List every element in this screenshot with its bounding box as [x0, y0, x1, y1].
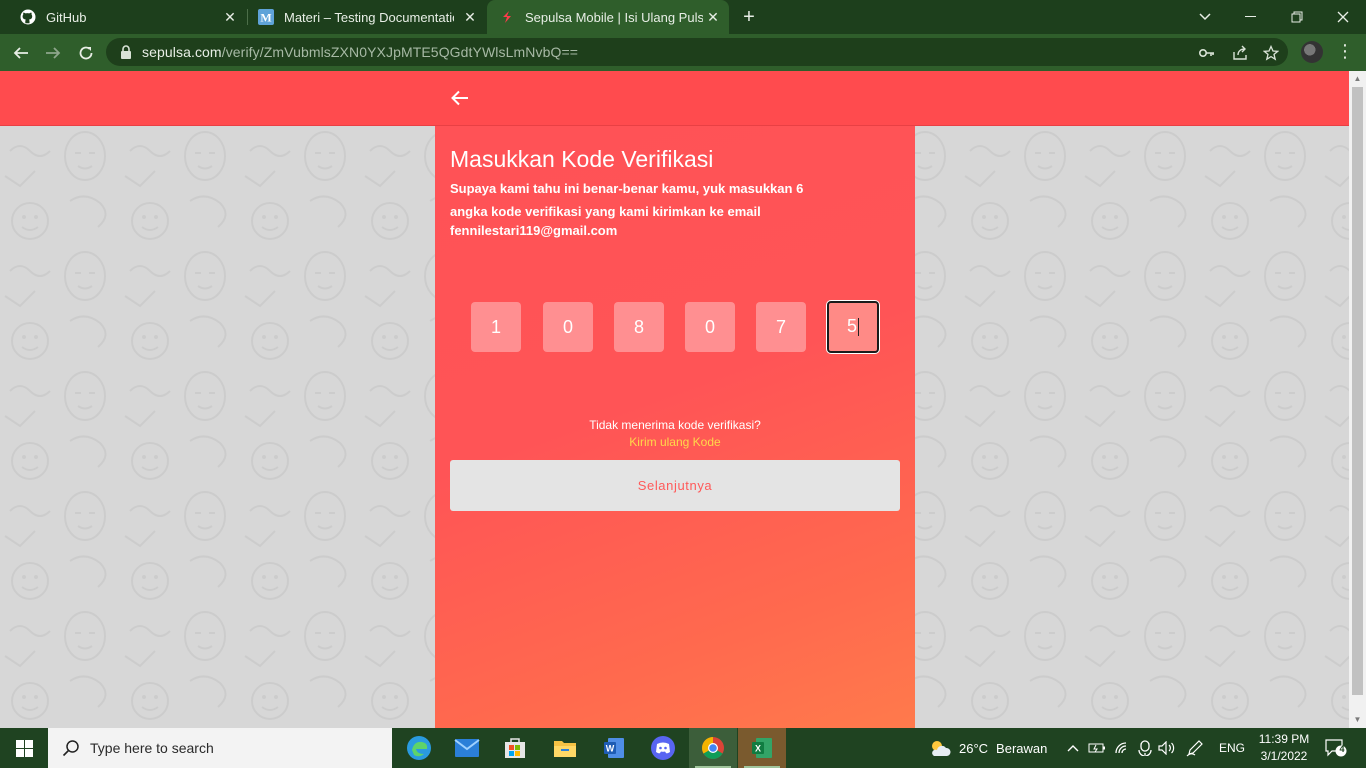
svg-text:X: X [755, 744, 761, 754]
page-description: Supaya kami tahu ini benar-benar kamu, y… [450, 177, 810, 223]
code-digit-value: 5 [846, 316, 857, 336]
close-icon[interactable]: ✕ [462, 9, 478, 25]
weather-temperature: 26°C [959, 740, 989, 756]
code-digit-input-focused[interactable]: 5 [827, 301, 879, 353]
profile-avatar[interactable] [1301, 41, 1323, 63]
tab-sepulsa[interactable]: Sepulsa Mobile | Isi Ulang Pulsa S ✕ [487, 0, 729, 34]
sepulsa-icon [499, 9, 515, 25]
windows-start-icon[interactable] [0, 728, 48, 768]
search-placeholder: Type here to search [90, 740, 214, 756]
edge-icon[interactable] [395, 728, 443, 768]
share-icon[interactable] [1231, 44, 1249, 62]
close-icon[interactable]: ✕ [705, 9, 721, 25]
text-caret [858, 318, 859, 337]
address-bar[interactable]: sepulsa.com/verify/ZmVubmlsZXN0YXJpMTE5Q… [106, 38, 1288, 66]
page-title: Masukkan Kode Verifikasi [450, 146, 714, 172]
scroll-down-icon[interactable]: ▼ [1353, 715, 1362, 724]
battery-charging-icon[interactable] [1088, 739, 1106, 757]
scroll-up-icon[interactable]: ▲ [1353, 74, 1362, 83]
chevron-up-icon[interactable] [1064, 739, 1082, 757]
meet-icon[interactable] [1136, 739, 1154, 757]
code-digit-input[interactable]: 8 [614, 302, 664, 352]
verification-panel: Masukkan Kode Verifikasi Supaya kami tah… [435, 126, 915, 728]
store-icon[interactable] [491, 728, 539, 768]
svg-text:W: W [606, 744, 615, 754]
minimize-button[interactable] [1228, 0, 1274, 34]
page-scrollbar[interactable]: ▲ ▼ [1349, 71, 1366, 728]
mail-icon[interactable] [443, 728, 491, 768]
windows-taskbar: Type here to search W X 26°C Berawan ENG… [0, 728, 1366, 768]
notification-icon[interactable]: 4 [1324, 739, 1348, 757]
chrome-icon[interactable] [689, 728, 737, 768]
wifi-icon[interactable] [1113, 739, 1131, 757]
forward-arrow-icon[interactable] [40, 40, 66, 66]
close-window-button[interactable] [1320, 0, 1366, 34]
lock-icon[interactable] [118, 44, 134, 60]
taskbar-search-box[interactable]: Type here to search [48, 728, 392, 768]
back-arrow-icon[interactable] [8, 40, 34, 66]
scrollbar-thumb[interactable] [1352, 87, 1363, 695]
next-button[interactable]: Selanjutnya [450, 460, 900, 511]
star-icon[interactable] [1262, 44, 1280, 62]
svg-text:M: M [260, 11, 271, 25]
new-tab-button[interactable]: + [738, 6, 760, 28]
medium-icon: M [258, 9, 274, 25]
resend-question: Tidak menerima kode verifikasi? [589, 418, 761, 432]
url-host: sepulsa.com [142, 44, 222, 60]
close-icon[interactable]: ✕ [222, 9, 238, 25]
email-address: fennilestari119@gmail.com [450, 223, 618, 238]
pen-icon[interactable] [1186, 739, 1204, 757]
page-header [0, 71, 1349, 126]
back-arrow-icon[interactable] [449, 87, 471, 109]
resend-code-link[interactable]: Kirim ulang Kode [435, 435, 915, 449]
weather-cloud-icon[interactable] [928, 737, 952, 759]
weather-text[interactable]: 26°C Berawan [959, 728, 1047, 768]
tab-github[interactable]: GitHub ✕ [0, 0, 246, 34]
code-digit-input[interactable]: 0 [543, 302, 593, 352]
search-icon [62, 739, 80, 757]
file-explorer-icon[interactable] [541, 728, 589, 768]
clock-date: 3/1/2022 [1260, 749, 1308, 763]
github-icon [20, 9, 36, 25]
clock[interactable]: 11:39 PM 3/1/2022 [1256, 731, 1312, 765]
more-menu-icon[interactable]: ⋮ [1336, 42, 1354, 62]
browser-toolbar: sepulsa.com/verify/ZmVubmlsZXN0YXJpMTE5Q… [0, 34, 1366, 71]
clock-time: 11:39 PM [1258, 732, 1310, 746]
url-text: sepulsa.com/verify/ZmVubmlsZXN0YXJpMTE5Q… [142, 44, 578, 60]
language-indicator[interactable]: ENG [1219, 728, 1245, 768]
code-digit-input[interactable]: 7 [756, 302, 806, 352]
description-line: angka kode verifikasi yang kami kirimkan… [450, 204, 761, 219]
notification-count: 4 [1339, 744, 1345, 754]
tab-search-icon[interactable] [1182, 0, 1228, 34]
code-digit-input[interactable]: 0 [685, 302, 735, 352]
volume-icon[interactable] [1158, 739, 1176, 757]
tab-title: Sepulsa Mobile | Isi Ulang Pulsa S [525, 9, 703, 25]
tab-title: Materi – Testing Documentation [284, 9, 454, 25]
discord-icon[interactable] [639, 728, 687, 768]
weather-description: Berawan [996, 740, 1048, 756]
page-viewport: Masukkan Kode Verifikasi Supaya kami tah… [0, 71, 1349, 728]
restore-button[interactable] [1274, 0, 1320, 34]
tab-materi[interactable]: M Materi – Testing Documentation ✕ [248, 0, 486, 34]
description-line: Supaya kami tahu ini benar-benar kamu, y… [450, 181, 804, 196]
reload-icon[interactable] [73, 40, 99, 66]
tab-title: GitHub [46, 9, 87, 25]
tab-strip: GitHub ✕ M Materi – Testing Documentatio… [0, 0, 1366, 34]
url-path: /verify/ZmVubmlsZXN0YXJpMTE5QGdtYWlsLmNv… [221, 44, 578, 60]
code-digit-input[interactable]: 1 [471, 302, 521, 352]
excel-icon[interactable]: X [738, 728, 786, 768]
key-icon[interactable] [1198, 44, 1216, 62]
word-icon[interactable]: W [590, 728, 638, 768]
